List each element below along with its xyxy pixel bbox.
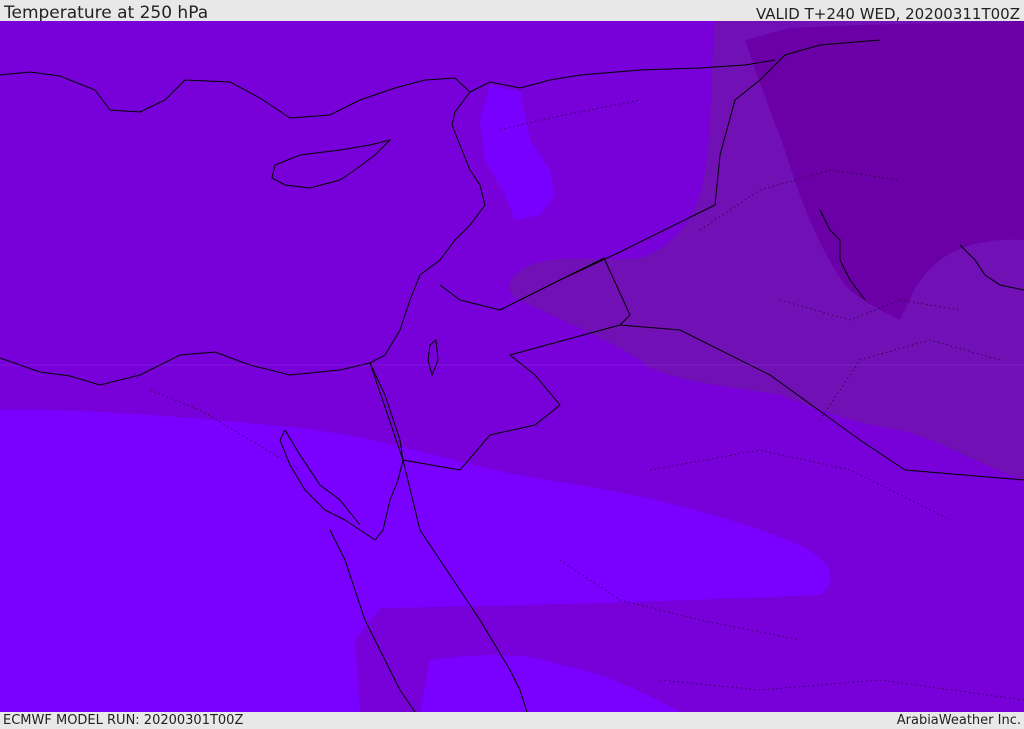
credit: ArabiaWeather Inc.: [896, 713, 1021, 728]
temperature-map[interactable]: [0, 21, 1024, 712]
model-run: ECMWF MODEL RUN: 20200301T00Z: [3, 713, 244, 728]
header-bar: Temperature at 250 hPa VALID T+240 WED, …: [0, 0, 1024, 23]
footer-bar: ECMWF MODEL RUN: 20200301T00Z ArabiaWeat…: [0, 712, 1024, 729]
map-title: Temperature at 250 hPa: [4, 3, 209, 23]
